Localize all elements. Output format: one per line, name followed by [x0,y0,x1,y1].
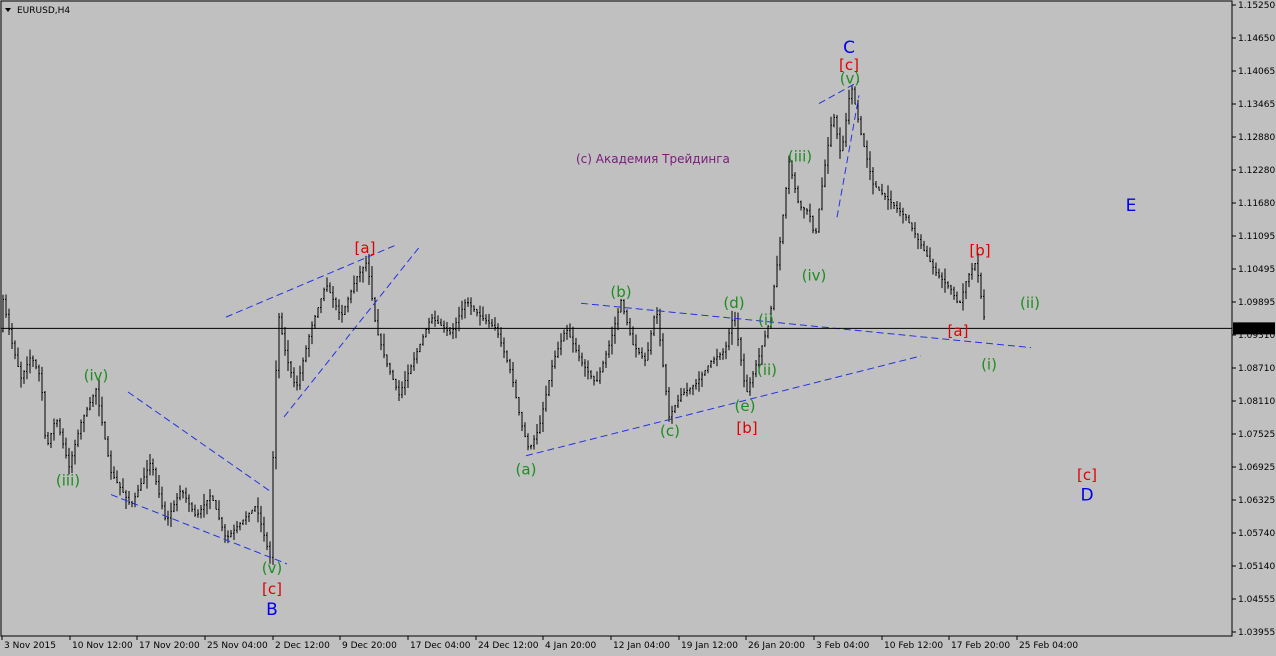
x-axis-label: 3 Feb 04:00 [816,641,870,651]
y-axis-label: 1.07525 [1238,430,1275,440]
x-axis-label: 10 Nov 12:00 [72,641,133,651]
x-axis-label: 4 Jan 20:00 [545,641,597,651]
x-axis-label: 12 Jan 04:00 [613,641,670,651]
y-axis-label: 1.08110 [1238,397,1275,407]
y-axis-label: 1.05740 [1238,529,1275,539]
wave-label: (ii) [1020,294,1040,312]
watermark-text: (c) Академия Трейдинга [576,152,730,166]
wave-label: (e) [735,397,756,415]
wave-label: D [1080,486,1093,506]
x-axis-label: 17 Nov 20:00 [139,641,200,651]
wave-label: B [266,600,278,620]
x-axis-label: 25 Nov 04:00 [207,641,268,651]
y-axis-label: 1.11095 [1238,232,1275,242]
wave-label: [a] [355,239,376,257]
y-axis-label: 1.14650 [1238,34,1275,44]
x-axis-label: 17 Dec 04:00 [410,641,471,651]
x-axis-label: 10 Feb 12:00 [884,641,943,651]
y-axis-label: 1.12880 [1238,133,1275,143]
wave-label: (i) [981,355,997,373]
chart-window: EURUSD,H4 1.15250 1.14650 1.14065 1.13465 1.1… [0,0,1276,656]
wave-label: (iii) [56,472,80,490]
y-axis-label: 1.15250 [1238,1,1275,11]
x-axis-label: 2 Dec 12:00 [275,641,330,651]
wave-label: [c] [1077,466,1097,484]
wave-label: [b] [969,242,990,260]
wave-label: (iv) [802,267,827,285]
wave-label: (iv) [84,366,109,384]
wave-label: E [1126,196,1137,216]
y-axis-label: 1.11680 [1238,199,1275,209]
x-axis-label: 24 Dec 12:00 [478,641,539,651]
x-axis-label: 19 Jan 12:00 [681,641,738,651]
wave-label: (a) [516,461,537,479]
wave-label: (ii) [757,361,777,379]
wave-label: (v) [262,559,283,577]
y-axis-label: 1.14065 [1238,67,1275,77]
y-axis-label: 1.04555 [1238,595,1275,605]
y-axis-label: 1.10495 [1238,265,1275,275]
y-axis-label: 1.05140 [1238,562,1275,572]
wave-label: (d) [723,294,744,312]
x-axis-label: 9 Dec 20:00 [342,641,397,651]
y-axis-label: 1.09895 [1238,298,1275,308]
symbol-label: EURUSD,H4 [17,6,70,16]
current-price-label: 1.09397 [1236,324,1273,334]
wave-label: (c) [660,422,680,440]
x-axis-label: 17 Feb 20:00 [951,641,1010,651]
plot-area [0,0,1233,637]
x-axis-label: 3 Nov 2015 [4,641,56,651]
wave-label: [a] [948,322,969,340]
y-axis-label: 1.06925 [1238,463,1275,473]
wave-label: [c] [839,56,859,74]
wave-label: (iii) [788,147,812,165]
x-axis-label: 25 Feb 04:00 [1019,641,1078,651]
wave-label: [c] [262,580,282,598]
wave-label: (i) [758,311,774,329]
price-chart[interactable]: EURUSD,H4 1.15250 1.14650 1.14065 1.13465 1.1… [0,0,1276,656]
y-axis-label: 1.13465 [1238,100,1275,110]
wave-label: C [843,38,855,58]
y-axis-label: 1.06325 [1238,496,1275,506]
y-axis-label: 1.08710 [1238,364,1275,374]
y-axis-label: 1.12280 [1238,166,1275,176]
x-axis-label: 26 Jan 20:00 [748,641,805,651]
wave-label: (b) [610,283,631,301]
y-axis-label: 1.03955 [1238,628,1275,638]
wave-label: [b] [736,419,757,437]
